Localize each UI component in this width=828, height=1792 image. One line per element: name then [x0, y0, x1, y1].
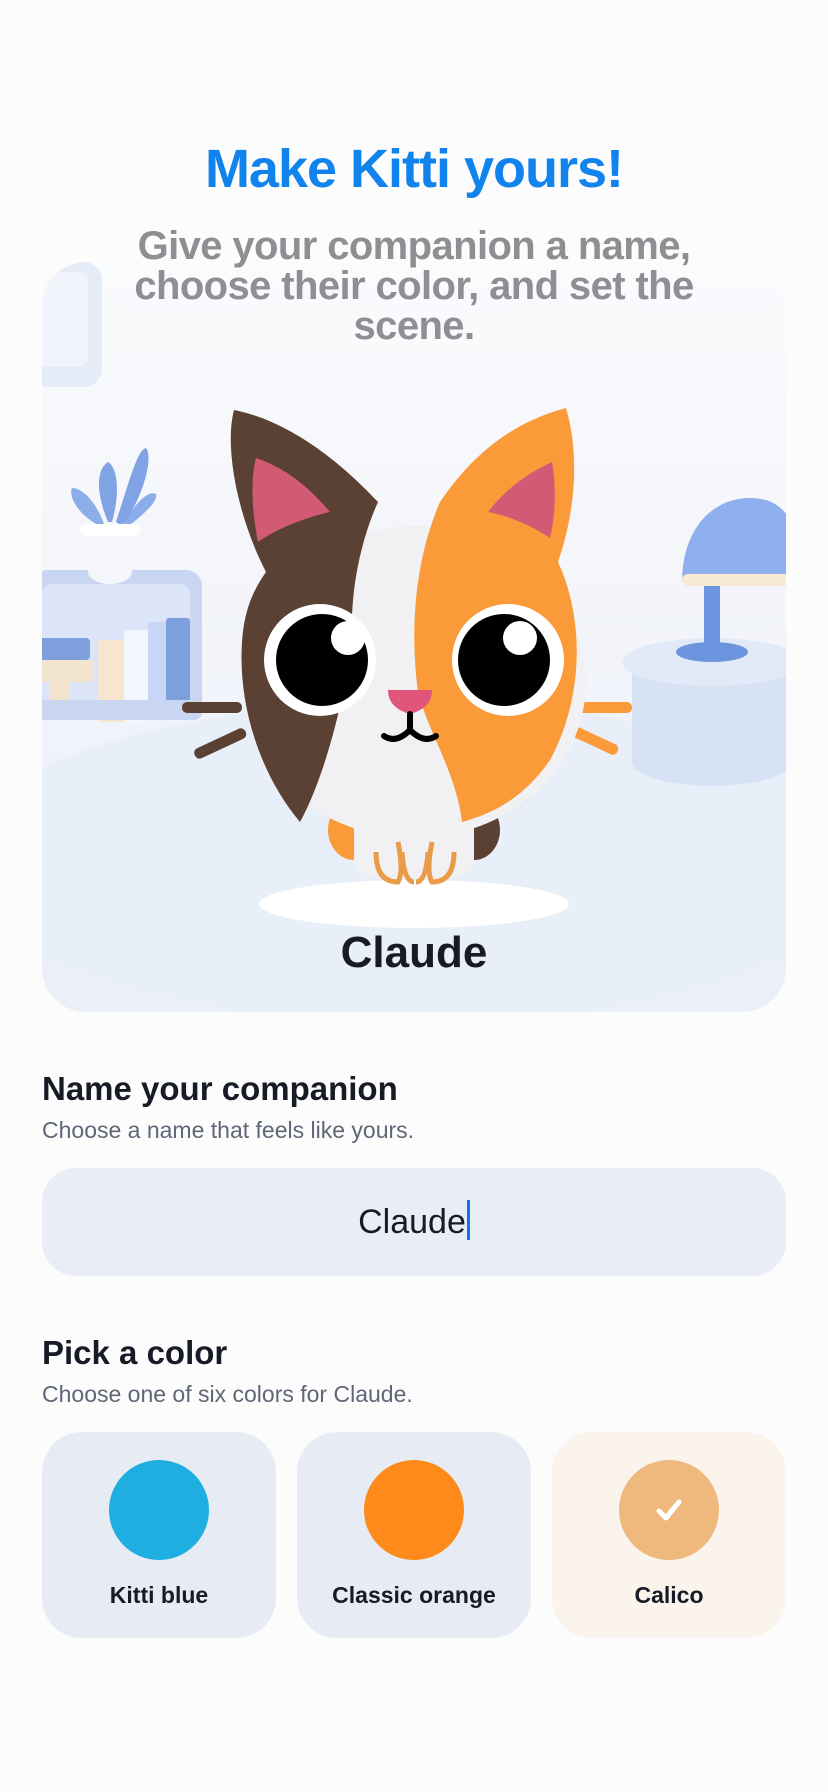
name-input-field[interactable]: Claude	[42, 1168, 786, 1276]
page-subtitle: Give your companion a name, choose their…	[134, 224, 694, 348]
color-swatch-orange	[364, 1460, 464, 1560]
name-section-title: Name your companion	[42, 1070, 398, 1107]
color-option-label: Kitti blue	[109, 1582, 209, 1608]
checkmark-icon	[619, 1460, 719, 1560]
companion-preview-card	[42, 262, 786, 1012]
color-option-label: Calico	[634, 1582, 704, 1608]
name-input-value[interactable]: Claude	[358, 1203, 466, 1242]
color-swatch-blue	[109, 1460, 209, 1560]
bookshelf	[42, 570, 202, 722]
color-section-title: Pick a color	[42, 1334, 228, 1371]
color-swatch-calico	[619, 1460, 719, 1560]
name-section-subtitle: Choose a name that feels like yours.	[42, 1117, 415, 1143]
color-section-subtitle: Choose one of six colors for Claude.	[42, 1381, 413, 1407]
text-caret	[466, 1200, 470, 1240]
color-option-label: Classic orange	[332, 1582, 496, 1608]
color-option-calico[interactable]: Calico	[552, 1432, 786, 1638]
lamp-and-side-table	[622, 498, 786, 786]
cat-shadow-spot	[259, 880, 569, 928]
window-pane	[42, 272, 88, 367]
customize-companion-screen: Make Kitti yours! Give your companion a …	[0, 0, 828, 1792]
color-option-kitti-blue[interactable]: Kitti blue	[42, 1432, 276, 1638]
color-option-classic-orange[interactable]: Classic orange	[297, 1432, 531, 1638]
companion-name-preview: Claude	[340, 928, 488, 977]
potted-plant	[71, 448, 157, 584]
page-title: Make Kitti yours!	[204, 139, 624, 199]
room-scene-illustration	[42, 262, 786, 1012]
